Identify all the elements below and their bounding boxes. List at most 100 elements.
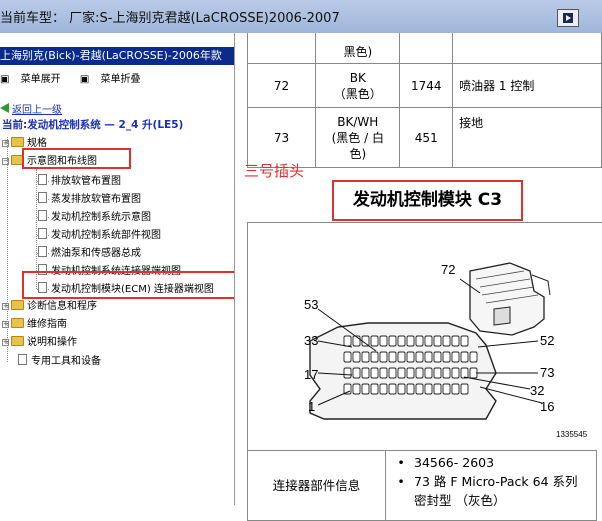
connector-pin [415, 383, 424, 395]
vehicle-header: 上海别克(Bick)-君越(LaCROSSE)-2006年款 [0, 47, 234, 65]
connector-pin [415, 335, 424, 347]
figure-number: 1335545 [556, 430, 588, 439]
connector-pin [352, 335, 361, 347]
expand-all-label: 菜单展开 [20, 74, 61, 85]
collapse-all-button[interactable]: ▣ 菜单折叠 [80, 74, 149, 85]
function-cell: 喷油器 1 控制 [452, 63, 602, 108]
tree-item-evap-hose[interactable]: 蒸发排放软管布置图 [38, 192, 141, 206]
pin-cell: 72 [246, 63, 317, 108]
pin-label: 72 [441, 262, 455, 277]
connector-pin [424, 383, 433, 395]
connector-pin [388, 367, 397, 379]
list-item: • 34566- 2603 [388, 453, 596, 472]
connector-pin [370, 335, 379, 347]
tree-item-special-tools[interactable]: 专用工具和设备 [18, 354, 101, 368]
window-title-bar: 当前车型： 厂家:S-上海别克君越(LaCROSSE)2006-2007 [0, 0, 602, 34]
document-icon [38, 228, 47, 239]
tree-item-label: 发动机控制系统示意图 [51, 212, 151, 223]
folder-icon [11, 318, 24, 328]
connector-pin [370, 383, 379, 395]
circuit-cell: 451 [399, 107, 454, 168]
table-row: 72 BK （黑色） 1744 喷油器 1 控制 [246, 63, 602, 108]
table-row: 连接器部件信息 • 34566- 2603 • 73 路 F Micro-Pack … [247, 450, 597, 521]
connector-pin [424, 367, 433, 379]
connector-diagram: 72 53 52 33 73 17 32 1 16 1335545 [247, 222, 602, 453]
connector-pin [379, 351, 388, 363]
collapse-icon: ▣ [79, 74, 90, 85]
current-location: 当前:发动机控制系统 — 2_4 升(LE5) [2, 119, 184, 131]
tree-item-engine-schematic[interactable]: 发动机控制系统示意图 [38, 210, 151, 224]
connector-pin [469, 351, 478, 363]
connector-pin [397, 383, 406, 395]
module-title: 发动机控制模块 C3 [332, 180, 523, 221]
color-cell: BK/WH (黑色 / 白色) [315, 107, 401, 168]
connector-pin [370, 351, 379, 363]
connector-pin [433, 351, 442, 363]
tree-item-description[interactable]: + 说明和操作 [2, 336, 77, 349]
connector-pin [361, 351, 370, 363]
tree-item-diagnostics[interactable]: + 诊断信息和程序 [2, 300, 97, 313]
connector-pin [451, 383, 460, 395]
pin-label: 53 [304, 297, 318, 312]
bullet-icon: • [397, 474, 405, 489]
connector-pin [370, 367, 379, 379]
connector-pin [469, 367, 478, 379]
restore-button[interactable] [557, 9, 579, 27]
pin-label: 1 [308, 399, 315, 414]
connector-pin [424, 351, 433, 363]
table-row: 73 BK/WH (黑色 / 白色) 451 接地 [246, 107, 602, 168]
connector-pin [460, 367, 469, 379]
annotation-label: 三号插头 [244, 162, 305, 180]
connector-pin [343, 351, 352, 363]
tree-item-repair[interactable]: + 维修指南 [2, 318, 67, 331]
connector-pin [406, 335, 415, 347]
connector-pin [406, 383, 415, 395]
connector-pin [442, 367, 451, 379]
connector-pin [433, 367, 442, 379]
document-icon [38, 246, 47, 257]
connector-pin [352, 367, 361, 379]
info-value-cell: • 34566- 2603 • 73 路 F Micro-Pack 64 系列密封型… [385, 450, 597, 521]
tree-item-label: 维修指南 [27, 319, 67, 330]
connector-pin [388, 351, 397, 363]
expand-toggle-icon: + [2, 302, 9, 310]
pin-label: 16 [540, 399, 554, 414]
pin-cell: 73 [246, 107, 317, 168]
connector-pin [343, 367, 352, 379]
connector-pin [460, 335, 469, 347]
expand-toggle-icon: + [2, 320, 9, 328]
expand-toggle-icon: + [2, 338, 9, 346]
circuit-cell: 1744 [399, 63, 454, 108]
connector-pin [451, 351, 460, 363]
connector-pin [451, 367, 460, 379]
connector-pin [388, 335, 397, 347]
pin-label: 32 [530, 383, 544, 398]
window-title: 当前车型： 厂家:S-上海别克君越(LaCROSSE)2006-2007 [0, 11, 340, 26]
expand-all-button[interactable]: ▣ 菜单展开 [0, 74, 69, 85]
bullet-icon: • [397, 455, 405, 470]
connector-pin [406, 351, 415, 363]
folder-icon [11, 300, 24, 310]
expand-toggle-icon: + [2, 139, 9, 147]
document-icon [38, 210, 47, 221]
pin-label: 52 [540, 333, 554, 348]
color-code: BK/WH [337, 114, 379, 129]
tree-item-label: 发动机控制系统部件视图 [51, 230, 161, 241]
tree-item-component-view[interactable]: 发动机控制系统部件视图 [38, 228, 161, 242]
connector-pin [442, 351, 451, 363]
connector-pin [352, 351, 361, 363]
connector-pin [460, 383, 469, 395]
collapse-toggle-icon: − [2, 157, 9, 165]
tree-item-fuel-pump[interactable]: 燃油泵和传感器总成 [38, 246, 141, 260]
function-cell: 接地 [452, 107, 602, 168]
tree-item-label: 诊断信息和程序 [27, 301, 97, 312]
document-icon [38, 174, 47, 185]
collapse-all-label: 菜单折叠 [100, 74, 141, 85]
back-link[interactable]: 返回上一级 [0, 103, 62, 117]
housing-latch [493, 306, 511, 326]
document-icon [38, 192, 47, 203]
connector-pin [415, 367, 424, 379]
color-name: （黑色） [333, 86, 382, 101]
tree-item-emission-hose[interactable]: 排放软管布置图 [38, 174, 121, 188]
folder-icon [11, 336, 24, 346]
